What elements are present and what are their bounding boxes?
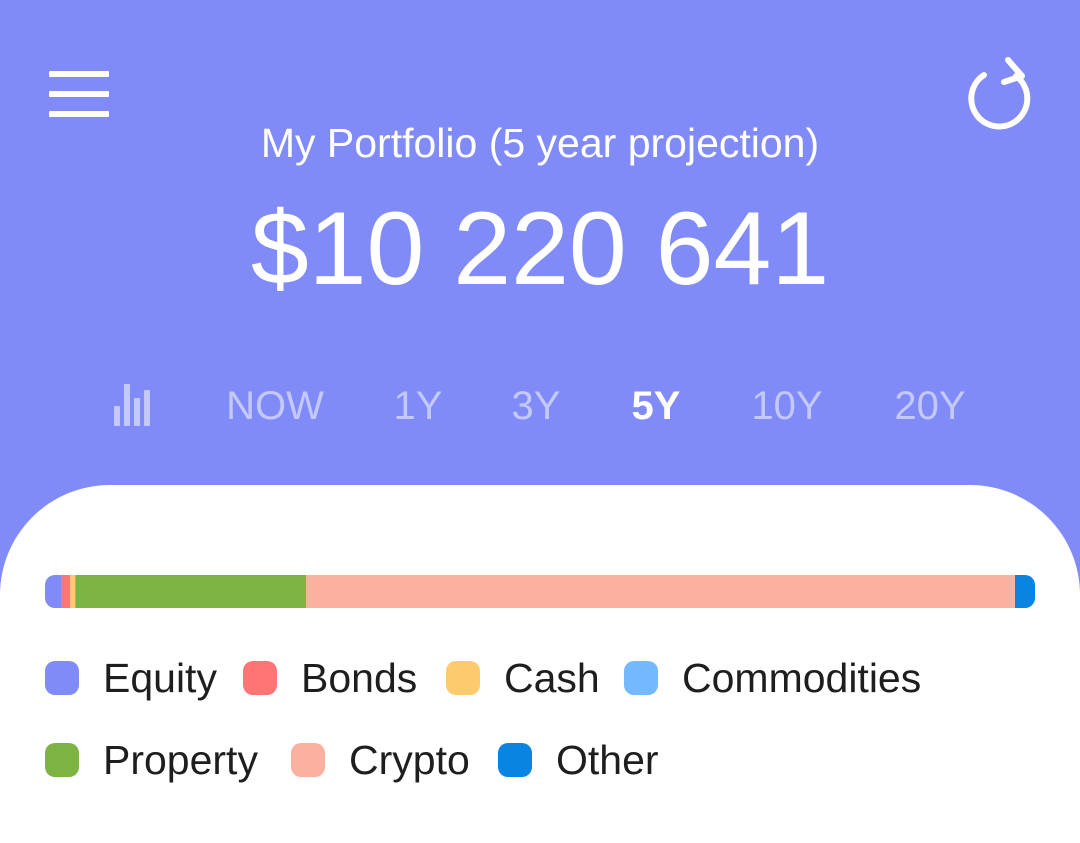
legend-row: Equity Bonds Cash Commodities xyxy=(45,653,1045,735)
portfolio-total-value: $10 220 641 xyxy=(250,191,830,307)
legend-label: Cash xyxy=(504,655,600,701)
range-tab-1y[interactable]: 1Y xyxy=(378,378,458,434)
portfolio-header: My Portfolio (5 year projection) $10 220… xyxy=(0,0,1080,520)
allocation-segment-equity xyxy=(45,575,61,608)
page-title: My Portfolio (5 year projection) xyxy=(260,120,820,166)
legend-item-other: Other xyxy=(498,735,659,785)
time-range-selector: NOW 1Y 3Y 5Y 10Y 20Y xyxy=(0,370,1080,442)
allocation-segment-property xyxy=(75,575,307,608)
allocation-card: Equity Bonds Cash Commodities Property C… xyxy=(0,485,1080,843)
chart-view-toggle[interactable] xyxy=(104,374,164,434)
allocation-segment-other xyxy=(1015,575,1035,608)
legend-item-cash: Cash xyxy=(446,653,600,703)
legend-swatch-commodities xyxy=(624,661,658,695)
legend-label: Property xyxy=(103,737,258,783)
legend-item-bonds: Bonds xyxy=(243,653,417,703)
legend-swatch-crypto xyxy=(291,743,325,777)
range-tab-20y[interactable]: 20Y xyxy=(880,378,980,434)
legend-label: Crypto xyxy=(349,737,470,783)
allocation-segment-crypto xyxy=(306,575,1016,608)
legend-item-equity: Equity xyxy=(45,653,217,703)
legend-swatch-bonds xyxy=(243,661,277,695)
legend-swatch-other xyxy=(498,743,532,777)
legend-item-crypto: Crypto xyxy=(291,735,470,785)
range-tab-3y[interactable]: 3Y xyxy=(496,378,576,434)
legend-swatch-property xyxy=(45,743,79,777)
range-tab-5y[interactable]: 5Y xyxy=(614,378,698,434)
allocation-legend: Equity Bonds Cash Commodities Property C… xyxy=(45,653,1045,817)
bar-chart-icon xyxy=(114,384,150,426)
legend-label: Commodities xyxy=(682,655,922,701)
allocation-segment-bonds xyxy=(60,575,70,608)
legend-row: Property Crypto Other xyxy=(45,735,1045,817)
menu-button[interactable] xyxy=(44,66,114,122)
range-tab-now[interactable]: NOW xyxy=(215,378,335,434)
hamburger-menu-icon xyxy=(49,71,109,117)
legend-swatch-cash xyxy=(446,661,480,695)
legend-item-commodities: Commodities xyxy=(624,653,921,703)
legend-item-property: Property xyxy=(45,735,258,785)
allocation-bar xyxy=(45,575,1035,608)
legend-swatch-equity xyxy=(45,661,79,695)
legend-label: Bonds xyxy=(301,655,418,701)
legend-label: Equity xyxy=(103,655,217,701)
range-tab-10y[interactable]: 10Y xyxy=(737,378,837,434)
legend-label: Other xyxy=(556,737,659,783)
